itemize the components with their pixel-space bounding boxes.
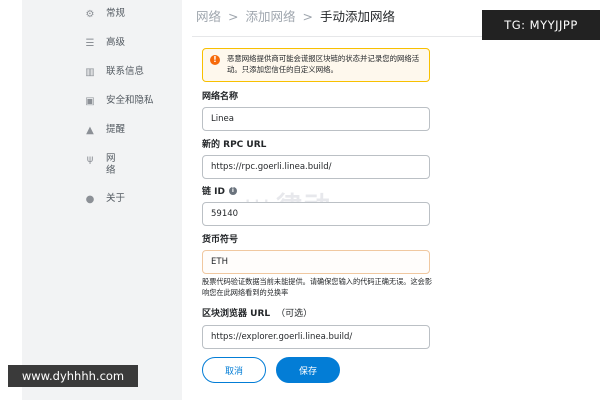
chain-id-label-text: 链 ID	[202, 187, 225, 197]
left-strip	[0, 0, 22, 400]
network-name-label: 网络名称	[202, 89, 238, 102]
sliders-icon: ☰	[85, 37, 95, 49]
chain-id-input[interactable]: 59140	[202, 202, 430, 226]
breadcrumb-add-network[interactable]: 添加网络	[245, 9, 295, 24]
rpc-url-input[interactable]: https://rpc.goerli.linea.build/	[202, 155, 430, 179]
network-name-input[interactable]: Linea	[202, 107, 430, 131]
breadcrumb-separator: >	[302, 9, 313, 24]
breadcrumb-separator: >	[228, 9, 239, 24]
plug-icon: ψ	[86, 153, 94, 165]
settings-sidebar: ⚙ 常规 ☰ 高级 ▥ 联系信息 ▣ 安全和隐私 ▲ 提醒 ψ 网络 ● 关于	[22, 0, 182, 400]
explorer-url-input[interactable]: https://explorer.goerli.linea.build/	[202, 325, 430, 349]
cancel-button[interactable]: 取消	[202, 357, 266, 383]
sidebar-item-label: 联系信息	[106, 66, 145, 77]
contacts-book-icon: ▥	[85, 66, 95, 78]
breadcrumb: 网络 > 添加网络 > 手动添加网络	[196, 6, 395, 25]
sidebar-item-security[interactable]: ▣ 安全和隐私	[22, 89, 182, 118]
currency-symbol-value: ETH	[211, 257, 228, 267]
warning-text: 恶意网络提供商可能会谎报区块链的状态并记录您的网络活动。只添加您信任的自定义网络…	[227, 54, 420, 74]
sidebar-item-alerts[interactable]: ▲ 提醒	[22, 118, 182, 147]
currency-symbol-input[interactable]: ETH	[202, 250, 430, 274]
sidebar-item-label: 关于	[106, 193, 126, 204]
sidebar-item-label: 高级	[106, 37, 126, 48]
explorer-url-label-text: 区块浏览器 URL	[202, 309, 271, 319]
bell-icon: ▲	[86, 124, 94, 136]
currency-symbol-label: 货币符号	[202, 232, 238, 245]
rpc-url-value: https://rpc.goerli.linea.build/	[211, 162, 332, 172]
gear-icon: ⚙	[85, 8, 95, 20]
sidebar-item-label: 安全和隐私	[106, 95, 154, 106]
site-url-watermark: www.dyhhhh.com	[8, 365, 138, 387]
sidebar-item-label: 网络	[106, 153, 116, 176]
network-name-label-text: 网络名称	[202, 92, 239, 102]
network-name-value: Linea	[211, 114, 234, 124]
breadcrumb-networks[interactable]: 网络	[196, 9, 221, 24]
sidebar-item-advanced[interactable]: ☰ 高级	[22, 31, 182, 60]
explorer-url-label: 区块浏览器 URL （可选）	[202, 306, 312, 319]
tg-watermark-badge: TG: MYYJJPP	[482, 10, 600, 40]
optional-tag: （可选）	[276, 309, 313, 319]
sidebar-item-label: 常规	[106, 8, 126, 19]
save-button[interactable]: 保存	[276, 357, 340, 383]
rpc-url-label: 新的 RPC URL	[202, 137, 266, 150]
info-icon: ●	[85, 193, 95, 205]
warning-icon: !	[210, 55, 220, 65]
warning-banner: ! 恶意网络提供商可能会谎报区块链的状态并记录您的网络活动。只添加您信任的自定义…	[202, 48, 430, 82]
rpc-url-label-text: 新的 RPC URL	[202, 140, 267, 150]
sidebar-item-contacts[interactable]: ▥ 联系信息	[22, 60, 182, 89]
explorer-url-value: https://explorer.goerli.linea.build/	[211, 332, 353, 342]
currency-symbol-label-text: 货币符号	[202, 235, 239, 245]
sidebar-item-about[interactable]: ● 关于	[22, 187, 182, 216]
lock-icon: ▣	[85, 95, 95, 107]
page-title: 手动添加网络	[319, 9, 395, 24]
sidebar-item-label: 提醒	[106, 124, 126, 135]
sidebar-item-general[interactable]: ⚙ 常规	[22, 2, 182, 31]
main-content: 网络 > 添加网络 > 手动添加网络 ! 恶意网络提供商可能会谎报区块链的状态并…	[182, 0, 600, 400]
chain-id-label: 链 ID i	[202, 184, 237, 197]
sidebar-item-networks[interactable]: ψ 网络	[22, 147, 182, 187]
chain-id-value: 59140	[211, 209, 239, 219]
info-icon[interactable]: i	[228, 186, 237, 195]
currency-symbol-hint: 股票代码验证数据当前未能提供。请确保您输入的代码正确无误。这会影响您在此网络看到…	[202, 277, 433, 297]
